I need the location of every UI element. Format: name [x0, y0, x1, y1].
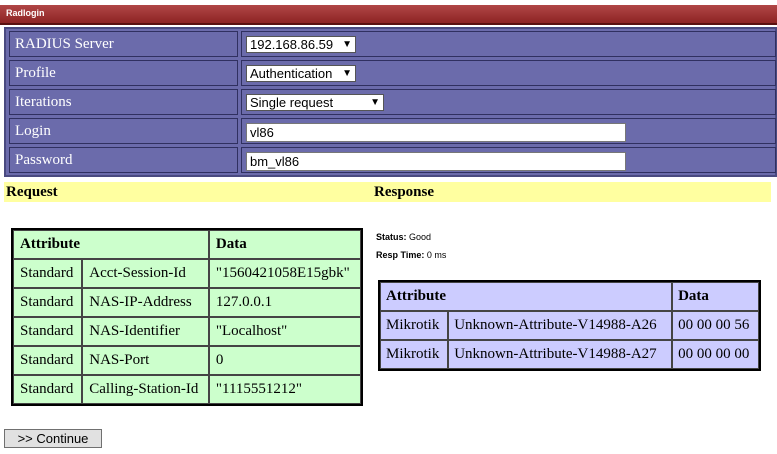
attribute-data: "1560421058E15gbk": [208, 259, 361, 288]
login-form: RADIUS Server 192.168.86.59 ▼ Profile Au…: [4, 27, 777, 177]
server-label: RADIUS Server: [9, 31, 238, 57]
iterations-select-value: Single request: [250, 95, 334, 110]
profile-cell: Authentication ▼: [241, 60, 776, 86]
attribute-data: 127.0.0.1: [208, 288, 361, 317]
password-cell: bm_vl86: [241, 147, 776, 173]
dropdown-arrow-icon: ▼: [342, 39, 352, 50]
iterations-select[interactable]: Single request ▼: [246, 94, 384, 111]
response-table: Attribute Data Mikrotik Unknown-Attribut…: [378, 280, 761, 371]
iterations-cell: Single request ▼: [241, 89, 776, 115]
password-label: Password: [9, 147, 238, 173]
app-title-bar: Radlogin: [0, 5, 777, 25]
server-select-value: 192.168.86.59: [250, 37, 334, 52]
status-line: Status: Good: [376, 232, 431, 242]
app-title: Radlogin: [6, 8, 45, 18]
dropdown-arrow-icon: ▼: [370, 97, 380, 108]
response-heading: Response: [372, 182, 771, 202]
attribute-name: NAS-IP-Address: [82, 288, 209, 317]
continue-button[interactable]: >> Continue: [4, 429, 102, 448]
attribute-name: Unknown-Attribute-V14988-A26: [448, 311, 673, 340]
profile-select-value: Authentication: [250, 66, 333, 81]
attribute-name: Calling-Station-Id: [82, 375, 209, 404]
profile-select[interactable]: Authentication ▼: [246, 65, 356, 82]
login-label: Login: [9, 118, 238, 144]
request-header-row: Attribute Data: [13, 230, 361, 259]
request-table: Attribute Data Standard Acct-Session-Id …: [11, 228, 363, 406]
response-header-row: Attribute Data: [380, 282, 759, 311]
attribute-data: "1115551212": [208, 375, 361, 404]
server-cell: 192.168.86.59 ▼: [241, 31, 776, 57]
attribute-name: NAS-Identifier: [82, 317, 209, 346]
request-heading: Request: [4, 182, 372, 202]
attribute-data: 0: [208, 346, 361, 375]
attribute-type: Standard: [13, 259, 83, 288]
iterations-label: Iterations: [9, 89, 238, 115]
attribute-data: "Localhost": [208, 317, 361, 346]
password-input[interactable]: bm_vl86: [246, 152, 626, 171]
attribute-type: Mikrotik: [380, 311, 449, 340]
server-select[interactable]: 192.168.86.59 ▼: [246, 36, 356, 53]
attribute-type: Standard: [13, 375, 83, 404]
table-row: Standard Calling-Station-Id "1115551212": [13, 375, 361, 404]
status-label: Status:: [376, 232, 407, 242]
table-row: Standard NAS-IP-Address 127.0.0.1: [13, 288, 361, 317]
response-data-header: Data: [672, 282, 759, 311]
attribute-name: Unknown-Attribute-V14988-A27: [448, 340, 673, 369]
resp-time-line: Resp Time: 0 ms: [376, 250, 446, 260]
attribute-data: 00 00 00 56: [672, 311, 759, 340]
attribute-name: Acct-Session-Id: [82, 259, 209, 288]
attribute-data: 00 00 00 00: [672, 340, 759, 369]
response-attribute-header: Attribute: [380, 282, 673, 311]
request-attribute-header: Attribute: [13, 230, 209, 259]
attribute-type: Standard: [13, 317, 83, 346]
attribute-type: Standard: [13, 288, 83, 317]
resp-time-value: 0 ms: [426, 250, 447, 260]
request-data-header: Data: [208, 230, 361, 259]
login-input[interactable]: vl86: [246, 123, 626, 142]
table-row: Standard NAS-Port 0: [13, 346, 361, 375]
table-row: Standard NAS-Identifier "Localhost": [13, 317, 361, 346]
profile-label: Profile: [9, 60, 238, 86]
resp-time-label: Resp Time:: [376, 250, 425, 260]
attribute-type: Standard: [13, 346, 83, 375]
attribute-name: NAS-Port: [82, 346, 209, 375]
table-row: Mikrotik Unknown-Attribute-V14988-A26 00…: [380, 311, 759, 340]
attribute-type: Mikrotik: [380, 340, 449, 369]
table-row: Mikrotik Unknown-Attribute-V14988-A27 00…: [380, 340, 759, 369]
dropdown-arrow-icon: ▼: [342, 68, 352, 79]
login-cell: vl86: [241, 118, 776, 144]
status-value: Good: [409, 232, 432, 242]
table-row: Standard Acct-Session-Id "1560421058E15g…: [13, 259, 361, 288]
